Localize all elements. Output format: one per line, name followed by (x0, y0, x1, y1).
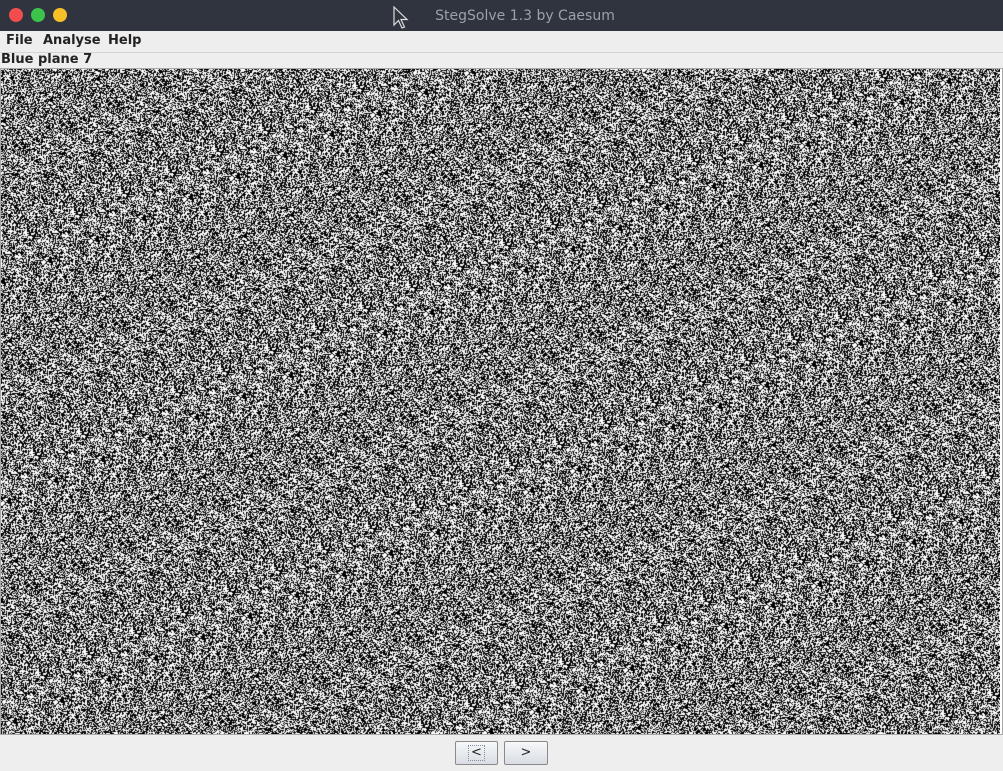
previous-plane-button[interactable]: < (455, 741, 498, 765)
bit-plane-image (1, 69, 1000, 734)
title-bar[interactable]: StegSolve 1.3 by Caesum (0, 0, 1003, 31)
stegsolve-window: StegSolve 1.3 by Caesum File Analyse Hel… (0, 0, 1003, 771)
menu-help[interactable]: Help (108, 31, 141, 52)
next-plane-button[interactable]: > (504, 741, 548, 765)
menu-file[interactable]: File (6, 31, 33, 52)
image-viewport[interactable] (0, 68, 1003, 735)
menu-analyse[interactable]: Analyse (43, 31, 101, 52)
menu-bar: File Analyse Help (0, 31, 1003, 53)
plane-label: Blue plane 7 (1, 52, 93, 67)
next-plane-label: > (520, 745, 532, 760)
mouse-cursor-icon (393, 6, 409, 29)
window-title: StegSolve 1.3 by Caesum (435, 8, 615, 24)
previous-plane-label: < (468, 745, 485, 761)
